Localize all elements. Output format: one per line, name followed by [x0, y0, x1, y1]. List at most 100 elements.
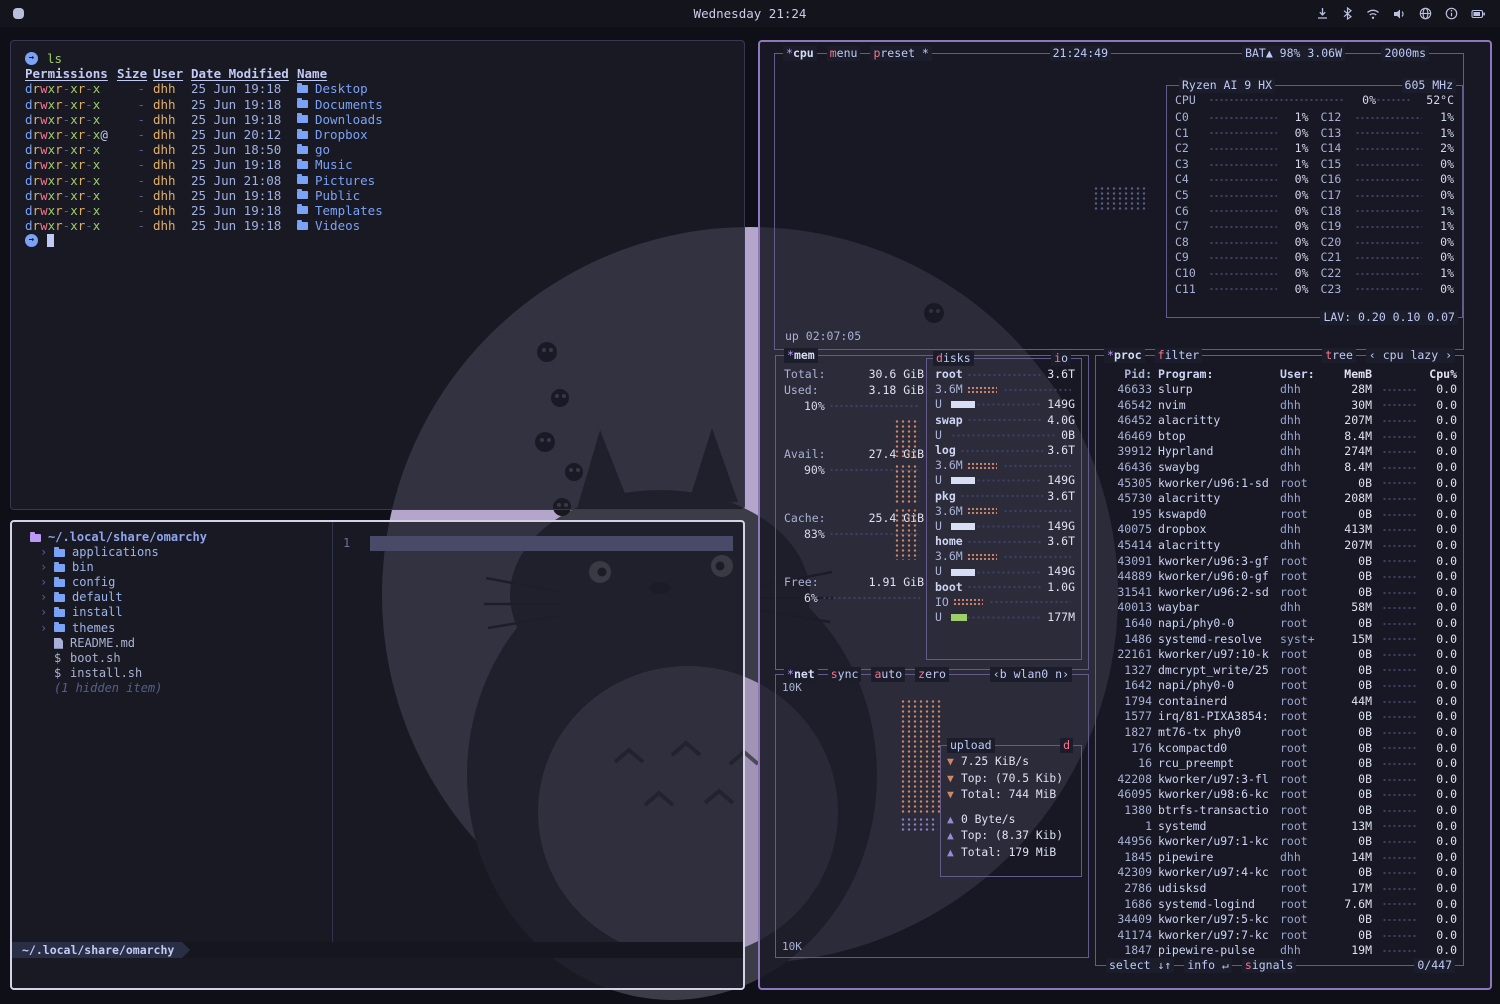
net-value: Top: (70.5 Kib)	[961, 771, 1063, 788]
process-row[interactable]: 22161kworker/u97:10-kroot0B0.0	[1096, 647, 1463, 663]
net-auto-button[interactable]: auto	[871, 667, 905, 682]
header-cpu[interactable]: Cpu%	[1427, 366, 1457, 382]
process-row[interactable]: 1845pipewiredhh14M0.0	[1096, 850, 1463, 866]
process-row[interactable]: 1640napi/phy0-0root0B0.0	[1096, 616, 1463, 632]
directory-name: Videos	[315, 218, 360, 233]
process-row[interactable]: 176kcompactd0root0B0.0	[1096, 741, 1463, 757]
process-row[interactable]: 46633slurpdhh28M0.0	[1096, 382, 1463, 398]
process-row[interactable]: 43091kworker/u96:3-gfroot0B0.0	[1096, 554, 1463, 570]
program-cell: rcu_preempt	[1158, 756, 1274, 772]
process-row[interactable]: 45305kworker/u96:1-sdroot0B0.0	[1096, 476, 1463, 492]
download-icon[interactable]	[1316, 7, 1329, 20]
signals-hint[interactable]: signals	[1242, 958, 1296, 973]
user-cell: dhh	[153, 81, 183, 96]
process-row[interactable]: 195kswapd0root0B0.0	[1096, 507, 1463, 523]
process-row[interactable]: 45730alacrittydhh208M0.0	[1096, 491, 1463, 507]
process-row[interactable]: 1686systemd-logindroot7.6M0.0	[1096, 897, 1463, 913]
net-interface-selector[interactable]: ‹b wlan0 n›	[990, 667, 1072, 682]
net-zero-button[interactable]: zero	[915, 667, 949, 682]
process-row[interactable]: 1577irq/81-PIXA3854:root0B0.0	[1096, 709, 1463, 725]
workspace-indicator[interactable]	[13, 8, 24, 19]
net-panel-key[interactable]: d	[1060, 738, 1073, 753]
process-row[interactable]: 46436swaybgdhh8.4M0.0	[1096, 460, 1463, 476]
process-row[interactable]: 46452alacrittydhh207M0.0	[1096, 413, 1463, 429]
disk-used-meter	[951, 432, 1056, 439]
process-row[interactable]: 1327dmcrypt_write/25root0B0.0	[1096, 663, 1463, 679]
mem-label: Used:	[784, 382, 819, 398]
cpu-box-title[interactable]: *cpu	[783, 46, 817, 61]
process-row[interactable]: 46542nvimdhh30M0.0	[1096, 398, 1463, 414]
process-row[interactable]: 34409kworker/u97:5-kcroot0B0.0	[1096, 912, 1463, 928]
file-tree-item[interactable]: ›default	[12, 590, 332, 605]
bluetooth-icon[interactable]	[1342, 7, 1353, 20]
proc-box-title[interactable]: *proc	[1104, 348, 1145, 363]
cpu-core-row: C90%	[1175, 250, 1309, 266]
info-hint[interactable]: info ↵	[1184, 958, 1232, 973]
process-row[interactable]: 42309kworker/u97:4-kcroot0B0.0	[1096, 865, 1463, 881]
disk-used-key: U	[935, 610, 942, 625]
file-tree-item[interactable]: ›bin	[12, 560, 332, 575]
process-row[interactable]: 1847pipewire-pulsedhh19M0.0	[1096, 943, 1463, 959]
process-row[interactable]: 40075dropboxdhh413M0.0	[1096, 522, 1463, 538]
disk-io-graph	[894, 508, 920, 560]
process-row[interactable]: 44889kworker/u96:0-gfroot0B0.0	[1096, 569, 1463, 585]
pid-cell: 40013	[1102, 600, 1152, 616]
process-row[interactable]: 46095kworker/u98:6-kcroot0B0.0	[1096, 787, 1463, 803]
file-tree-item[interactable]: $install.sh	[12, 666, 332, 681]
process-row[interactable]: 1827mt76-tx phy0root0B0.0	[1096, 725, 1463, 741]
disk-total: 3.6T	[1047, 443, 1075, 458]
cpu-cell: 0.0	[1427, 865, 1457, 881]
net-box-title[interactable]: *net	[784, 667, 818, 682]
process-row[interactable]: 2786udisksdroot17M0.0	[1096, 881, 1463, 897]
info-icon[interactable]	[1445, 7, 1458, 20]
file-tree-item[interactable]: ›config	[12, 575, 332, 590]
disk-entry: boot1.0GIOU177M	[935, 580, 1075, 626]
process-row[interactable]: 31541kworker/u96:2-sdroot0B0.0	[1096, 585, 1463, 601]
process-row[interactable]: 40013waybardhh58M0.0	[1096, 600, 1463, 616]
process-row[interactable]: 41174kworker/u97:7-kcroot0B0.0	[1096, 928, 1463, 944]
mem-box-title[interactable]: *mem	[784, 348, 818, 363]
select-hint[interactable]: select ↓↑	[1106, 958, 1174, 973]
folder-icon	[297, 115, 308, 123]
process-row[interactable]: 39912Hyprlanddhh274M0.0	[1096, 444, 1463, 460]
file-tree-item[interactable]: $boot.sh	[12, 651, 332, 666]
cpu-cell: 0.0	[1427, 741, 1457, 757]
menu-button[interactable]: menu	[827, 46, 861, 61]
tree-toggle[interactable]: tree	[1322, 348, 1356, 363]
globe-icon[interactable]	[1419, 7, 1432, 20]
prompt-line-empty[interactable]	[25, 233, 730, 248]
sort-selector[interactable]: ‹ cpu lazy ›	[1366, 348, 1455, 363]
process-row[interactable]: 1380btrfs-transactioroot0B0.0	[1096, 803, 1463, 819]
process-row[interactable]: 16rcu_preemptroot0B0.0	[1096, 756, 1463, 772]
header-memb[interactable]: MemB	[1328, 366, 1372, 382]
preset-button[interactable]: preset *	[870, 46, 931, 61]
filter-button[interactable]: filter	[1155, 348, 1203, 363]
disks-title[interactable]: disks	[933, 351, 974, 366]
process-row[interactable]: 1486systemd-resolvesyst+15M0.0	[1096, 632, 1463, 648]
process-row[interactable]: 1642napi/phy0-0root0B0.0	[1096, 678, 1463, 694]
header-program[interactable]: Program:	[1158, 366, 1274, 382]
file-tree-item[interactable]: ›themes	[12, 621, 332, 636]
process-row[interactable]: 44956kworker/u97:1-kcroot0B0.0	[1096, 834, 1463, 850]
process-row[interactable]: 45414alacrittydhh207M0.0	[1096, 538, 1463, 554]
user-cell: dhh	[153, 112, 183, 127]
file-tree-item[interactable]: ›applications	[12, 545, 332, 560]
battery-icon[interactable]	[1471, 8, 1486, 20]
process-row[interactable]: 1794containerdroot44M0.0	[1096, 694, 1463, 710]
process-row[interactable]: 46469btopdhh8.4M0.0	[1096, 429, 1463, 445]
header-user[interactable]: User:	[1280, 366, 1322, 382]
pane-divider[interactable]	[332, 522, 333, 942]
program-cell: containerd	[1158, 694, 1274, 710]
disk-name: boot	[935, 580, 963, 595]
volume-icon[interactable]	[1393, 8, 1406, 20]
process-row[interactable]: 1systemdroot13M0.0	[1096, 819, 1463, 835]
tree-root-row[interactable]: ~/.local/share/omarchy	[12, 530, 332, 545]
io-mode-button[interactable]: io	[1051, 351, 1071, 366]
file-tree-item[interactable]: ›install	[12, 605, 332, 620]
wifi-icon[interactable]	[1366, 8, 1380, 20]
net-sync-button[interactable]: sync	[828, 667, 862, 682]
file-tree-item[interactable]: README.md	[12, 636, 332, 651]
header-pid[interactable]: Pid:	[1102, 366, 1152, 382]
process-row[interactable]: 42208kworker/u97:3-flroot0B0.0	[1096, 772, 1463, 788]
update-interval[interactable]: 2000ms	[1381, 46, 1429, 61]
